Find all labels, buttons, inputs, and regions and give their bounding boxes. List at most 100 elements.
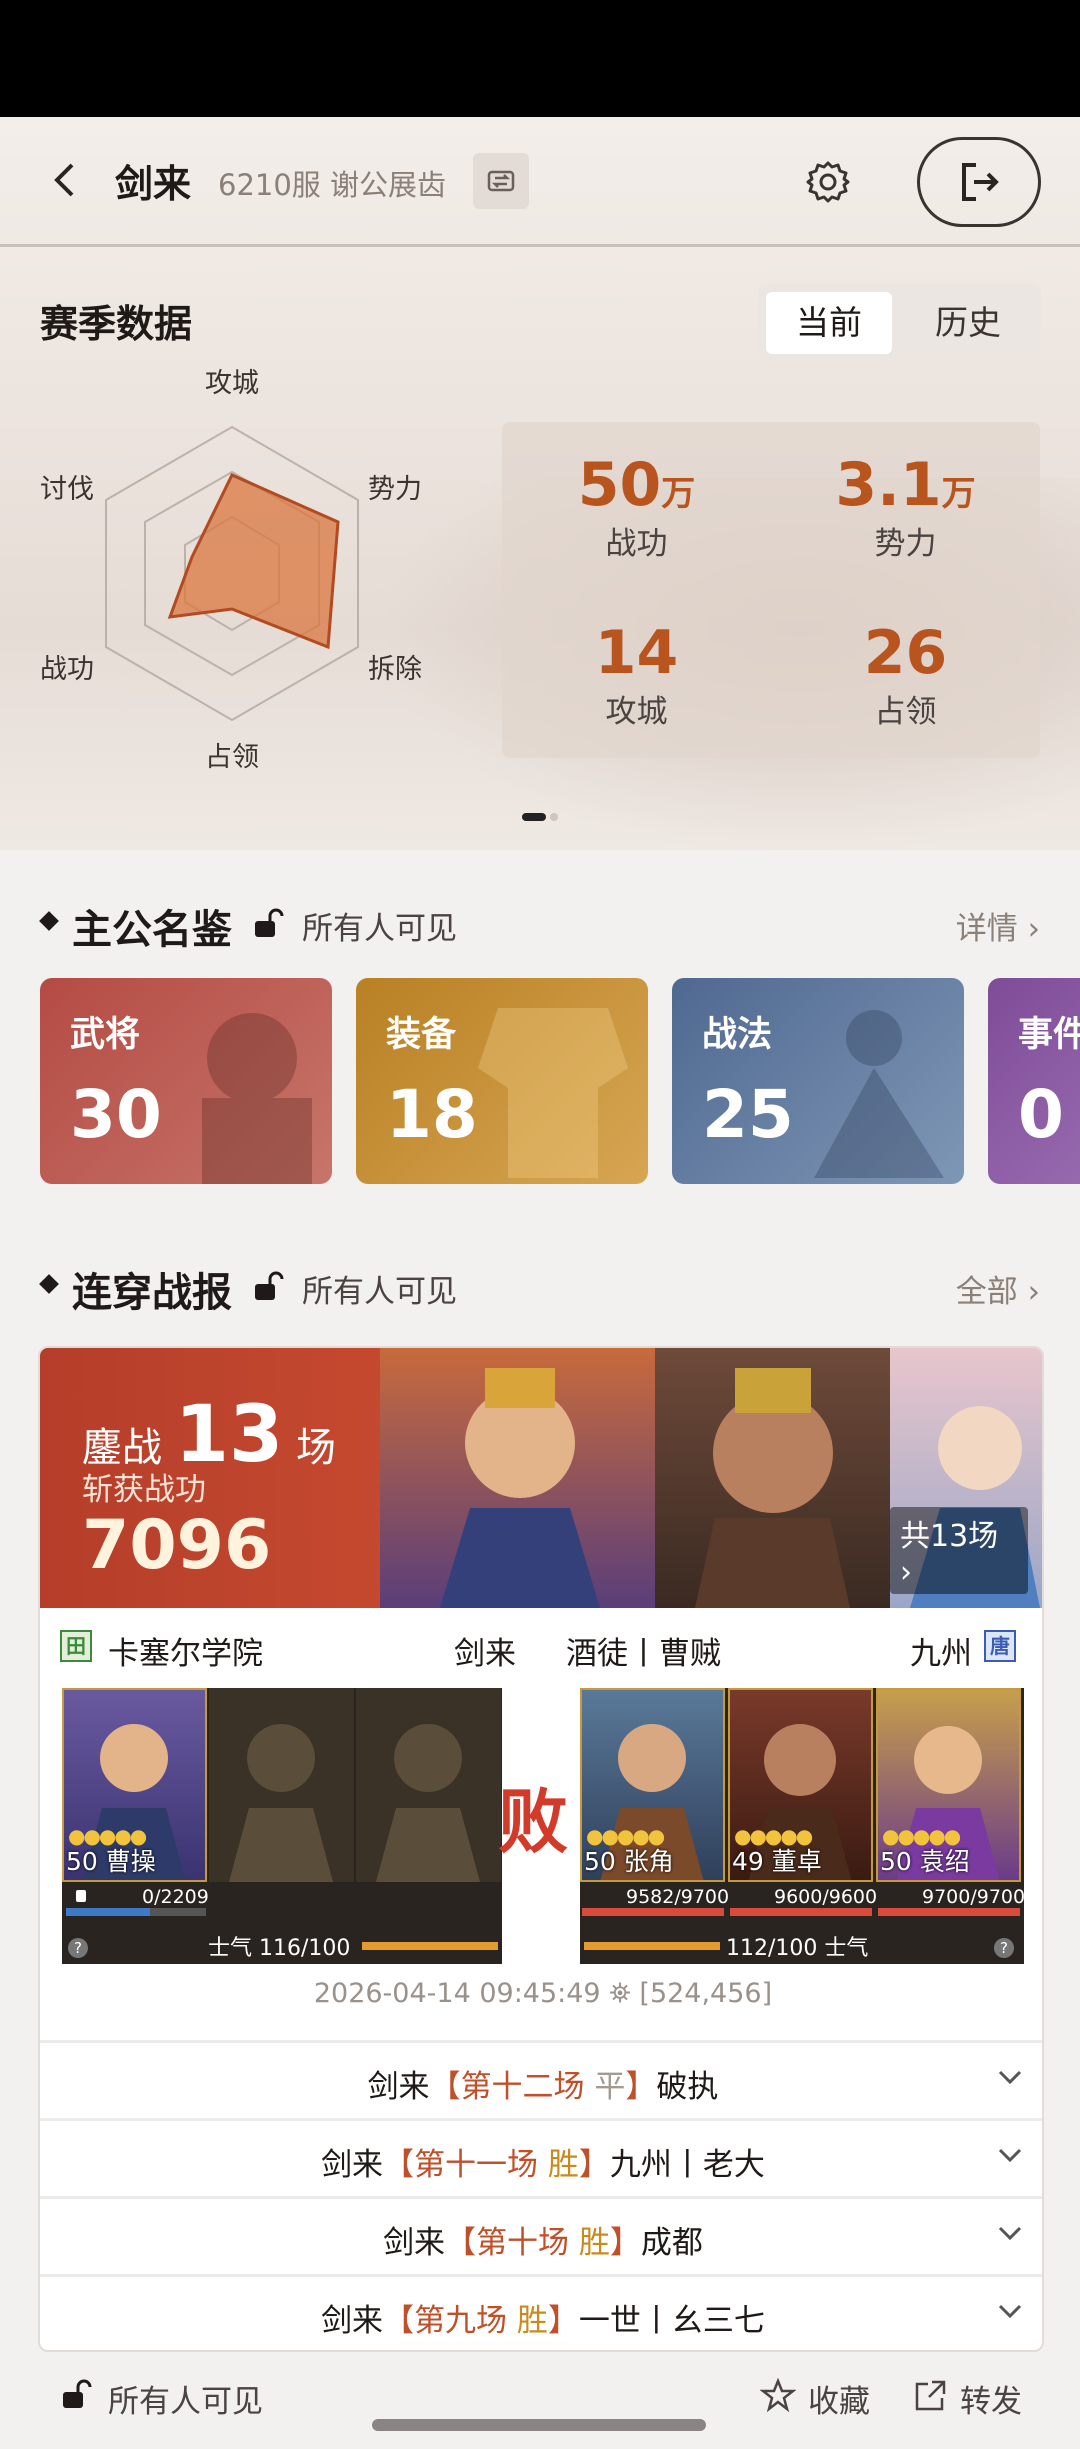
card-value: 18: [386, 1076, 478, 1153]
logout-button[interactable]: [917, 137, 1041, 227]
codex-card-equipment[interactable]: 装备 18: [356, 978, 648, 1184]
star-icon: [760, 2378, 796, 2413]
home-indicator[interactable]: [372, 2419, 706, 2431]
more-label: 详情: [955, 911, 1018, 947]
battles-visibility[interactable]: 所有人可见: [302, 1266, 457, 1311]
row-text: 剑来【第十二场 平】破执: [40, 2061, 1042, 2106]
battles-more-link[interactable]: 全部 ›: [956, 1266, 1040, 1311]
season-stats: 50万 战功 3.1万 势力 14 攻城 26 占领: [502, 422, 1040, 758]
codex-title: 主公名鉴: [72, 907, 232, 953]
chevron-down-icon: [998, 2148, 1022, 2163]
stat-power: 3.1万 势力: [771, 450, 1040, 563]
stat-value: 26: [863, 618, 948, 688]
armor-art-icon: [478, 1008, 628, 1178]
banner-subtitle: 斩获战功: [82, 1472, 206, 1508]
hp-fill: [66, 1908, 150, 1916]
status-bar: [0, 0, 1080, 117]
gear-icon: [806, 161, 850, 203]
general-art-icon: [202, 1013, 312, 1184]
hp-value: 9600/9600: [774, 1886, 878, 1908]
card-label: 武将: [70, 1015, 141, 1055]
general-frame: [876, 1688, 1021, 1882]
right-lineup[interactable]: ●●●●● 50 张角 ●●●●● 49 董卓 ●●●●● 50 袁绍 9582…: [580, 1688, 1025, 1964]
portrait-art: [695, 1368, 850, 1608]
hp-fill: [582, 1908, 724, 1916]
tab-current[interactable]: 当前: [766, 292, 892, 354]
codex-card-tactics[interactable]: 战法 25: [672, 978, 964, 1184]
left-player[interactable]: 剑来: [454, 1628, 516, 1673]
favorite-button[interactable]: 收藏: [808, 2376, 870, 2421]
right-hp-3: 9700/9700: [878, 1886, 1025, 1922]
hp-value: 9700/9700: [922, 1886, 1026, 1908]
help-icon[interactable]: ?: [994, 1938, 1014, 1958]
radar-label-occupy: 占领: [205, 742, 259, 773]
right-alliance[interactable]: 九州: [910, 1628, 972, 1673]
battle-row[interactable]: 剑来【第十场 胜】成都: [40, 2196, 1042, 2272]
battle-row[interactable]: 剑来【第九场 胜】一世丨幺三七: [40, 2274, 1042, 2350]
row-bracket-open: 【: [445, 2225, 477, 2261]
left-team-flag: 田: [60, 1630, 92, 1662]
stat-merit: 50万 战功: [502, 450, 771, 563]
switch-role-button[interactable]: [473, 153, 529, 209]
row-bracket-close: 】: [547, 2303, 579, 2339]
empty-general-slot: [209, 1688, 354, 1882]
more-label: 全部: [955, 1274, 1018, 1310]
portrait-caocao: [380, 1348, 655, 1608]
top-bar: 剑来 6210服 谢公展齿: [0, 117, 1080, 247]
general-frame: [62, 1688, 207, 1882]
stat-unit: 万: [941, 474, 976, 514]
codex-card-events[interactable]: 事件 0: [988, 978, 1080, 1184]
portrait-dongzhuo: [655, 1348, 890, 1608]
right-player[interactable]: 酒徒丨曹贼: [566, 1628, 721, 1673]
silhouette-icon: [229, 1724, 333, 1882]
tab-history[interactable]: 历史: [903, 292, 1033, 354]
bullet-diamond: [39, 1274, 59, 1294]
help-icon[interactable]: ?: [68, 1938, 88, 1958]
left-alliance[interactable]: 卡塞尔学院: [108, 1628, 263, 1673]
codex-more-link[interactable]: 详情 ›: [956, 903, 1040, 948]
stat-label: 攻城: [605, 694, 668, 730]
right-team-flag: 唐: [984, 1630, 1016, 1662]
row-player: 剑来: [321, 2303, 384, 2339]
row-opponent: 破执: [656, 2069, 719, 2105]
row-round: 第九场: [414, 2303, 508, 2339]
chevron-left-icon: [54, 163, 74, 197]
row-bracket-open: 【: [429, 2069, 461, 2105]
row-bracket-close: 】: [578, 2147, 610, 2183]
settings-button[interactable]: [803, 157, 853, 207]
location-icon: ⛯: [609, 1978, 631, 2009]
codex-visibility[interactable]: 所有人可见: [302, 903, 457, 948]
season-title: 赛季数据: [40, 302, 193, 346]
left-hp: 0/2209: [66, 1886, 209, 1922]
codex-header: 主公名鉴 所有人可见 详情 ›: [39, 897, 1040, 953]
battle-report-card[interactable]: 鏖战 13 场 斩获战功 7096 共13场 › 田 卡塞尔学院 剑来 酒徒丨曹…: [38, 1346, 1044, 2352]
radar-label-siege: 攻城: [205, 368, 259, 399]
stat-value: 14: [594, 618, 679, 688]
share-button[interactable]: 转发: [960, 2376, 1022, 2421]
bullet-diamond: [39, 911, 59, 931]
card-label: 装备: [386, 1015, 457, 1055]
battle-banner: 鏖战 13 场 斩获战功 7096 共13场 ›: [40, 1348, 1042, 1608]
total-battles-link[interactable]: 共13场 ›: [890, 1507, 1028, 1594]
codex-card-generals[interactable]: 武将 30: [40, 978, 332, 1184]
general-slot: ●●●●● 50 张角: [580, 1688, 725, 1882]
battle-time: 2026-04-14 09:45:49: [313, 1978, 601, 2009]
morale-bar: [362, 1942, 498, 1950]
card-value: 0: [1018, 1076, 1064, 1153]
footer-visibility[interactable]: 所有人可见: [108, 2376, 263, 2421]
empty-general-slot: [356, 1688, 501, 1882]
warrior-art-icon: [814, 1010, 944, 1178]
battle-coords[interactable]: [524,456]: [639, 1978, 772, 2009]
hp-value: 9582/9700: [626, 1886, 730, 1908]
battle-row[interactable]: 剑来【第十一场 胜】九州丨老大: [40, 2118, 1042, 2194]
chevron-down-icon: [998, 2304, 1022, 2319]
back-button[interactable]: [40, 155, 90, 205]
general-frame: [728, 1688, 873, 1882]
general-slot: ●●●●● 50 曹操: [62, 1688, 207, 1882]
battle-row[interactable]: 剑来【第十二场 平】破执: [40, 2040, 1042, 2116]
left-lineup[interactable]: ●●●●● 50 曹操 0/2209 士气 116/100 ?: [62, 1688, 502, 1964]
battle-result: 败: [498, 1780, 568, 1863]
total-battles-label: 共13场: [900, 1519, 999, 1554]
radar-svg: [105, 425, 359, 722]
row-round: 第十二场: [460, 2069, 585, 2105]
